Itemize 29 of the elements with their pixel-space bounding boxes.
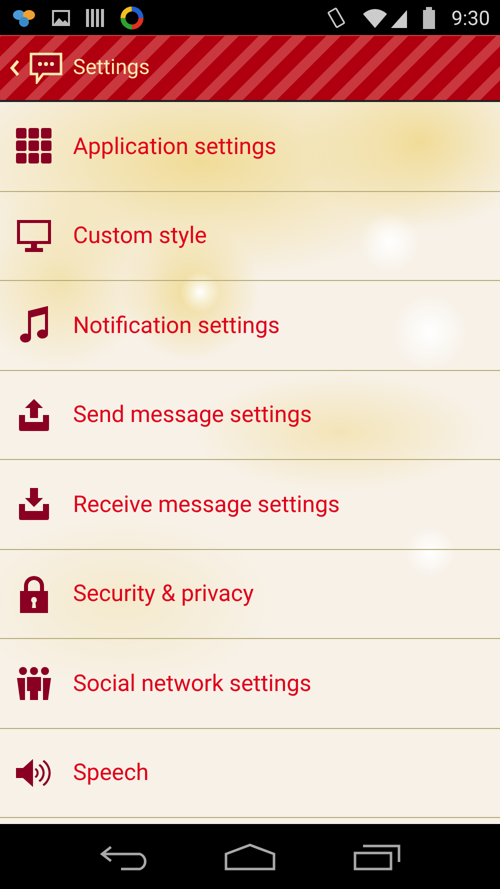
download-tray-icon xyxy=(17,488,51,520)
battery-icon xyxy=(423,6,436,28)
barcode-icon xyxy=(86,8,104,26)
screen-title: Settings xyxy=(73,56,150,80)
back-icon[interactable] xyxy=(10,60,19,76)
settings-item[interactable]: Notification settings xyxy=(0,281,500,370)
settings-item[interactable]: Security & privacy xyxy=(0,550,500,639)
settings-item[interactable]: Application settings xyxy=(0,102,500,192)
back-icon[interactable] xyxy=(98,843,147,871)
image-icon xyxy=(52,10,70,26)
settings-item[interactable]: Send message settings xyxy=(0,370,500,460)
grid-icon xyxy=(16,128,52,164)
settings-item[interactable]: Social network settings xyxy=(0,639,500,728)
people-icon xyxy=(17,666,51,700)
wifi-signal-icon xyxy=(363,8,408,28)
settings-item[interactable]: Speech xyxy=(0,728,500,818)
settings-item[interactable]: Custom style xyxy=(0,192,500,281)
settings-item[interactable]: Receive message settings xyxy=(0,460,500,550)
colorful-circle-icon xyxy=(120,6,144,30)
speaker-icon xyxy=(16,758,52,788)
padlock-icon xyxy=(19,574,49,613)
upload-tray-icon xyxy=(17,398,51,431)
clock-time: 9:30 xyxy=(451,6,490,30)
vibrate-icon xyxy=(327,6,348,28)
music-note-icon xyxy=(19,306,49,344)
chat-bubble-icon xyxy=(29,52,63,84)
recent-apps-icon[interactable] xyxy=(353,843,402,871)
home-icon[interactable] xyxy=(224,843,276,871)
monitor-icon xyxy=(16,218,52,253)
